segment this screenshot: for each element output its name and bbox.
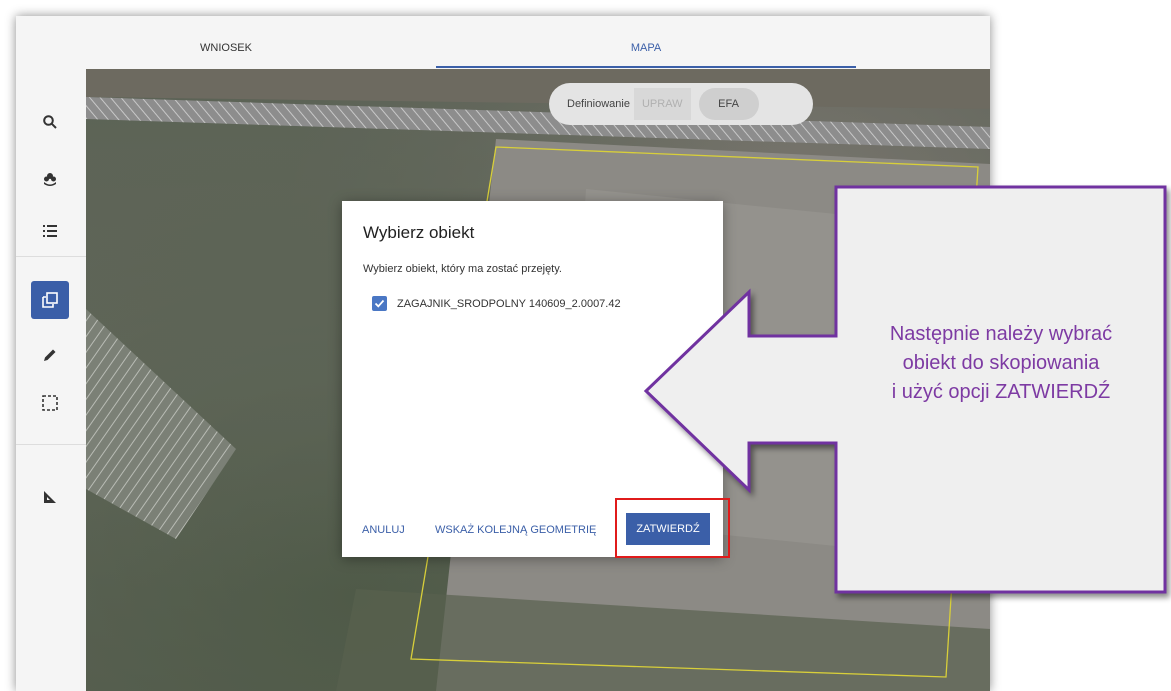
callout-line-1: Następnie należy wybrać (889, 323, 1113, 345)
active-tab-indicator (436, 66, 856, 68)
measure-button[interactable] (31, 478, 69, 516)
search-icon (43, 115, 57, 129)
crop-plant-icon (44, 173, 56, 186)
callout-line-3: i użyć opcji ZATWIERDŹ (891, 381, 1111, 403)
dialog-title: Wybierz obiekt (363, 223, 475, 242)
search-button[interactable] (31, 103, 69, 141)
callout-text: Następnie należy wybrać obiekt do skopio… (836, 320, 1166, 407)
sidebar-divider (16, 256, 86, 257)
toggle-label: Definiowanie (567, 98, 630, 110)
definition-mode-toggle: Definiowanie UPRAW EFA (549, 83, 813, 125)
confirm-highlight-box (615, 498, 730, 558)
copy-geometry-icon (42, 292, 58, 308)
toggle-option-efa[interactable]: EFA (698, 88, 759, 120)
tool-sidebar (16, 69, 86, 691)
draw-button[interactable] (31, 336, 69, 374)
layers-list-button[interactable] (31, 212, 69, 250)
dialog-description: Wybierz obiekt, który ma zostać przejęty… (363, 263, 562, 275)
object-option-label: ZAGAJNIK_SRODPOLNY 140609_2.0007.42 (397, 297, 621, 310)
callout-line-2: obiekt do skopiowania (902, 352, 1100, 374)
checkmark-icon (374, 299, 385, 308)
toggle-option-upraw[interactable]: UPRAW (633, 88, 691, 120)
select-area-icon (42, 395, 58, 411)
sidebar-divider (16, 444, 86, 445)
copy-geometry-button[interactable] (31, 281, 69, 319)
pencil-icon (44, 349, 56, 361)
tab-wniosek[interactable]: WNIOSEK (16, 16, 436, 69)
select-area-button[interactable] (31, 384, 69, 422)
object-option[interactable]: ZAGAJNIK_SRODPOLNY 140609_2.0007.42 (372, 296, 621, 311)
next-geometry-button[interactable]: WSKAŻ KOLEJNĄ GEOMETRIĘ (435, 524, 596, 536)
list-icon (43, 225, 57, 237)
object-checkbox[interactable] (372, 296, 387, 311)
measure-icon (44, 491, 56, 503)
tab-bar: WNIOSEK MAPA (16, 16, 990, 69)
crop-plant-button[interactable] (31, 160, 69, 198)
tab-mapa[interactable]: MAPA (436, 16, 856, 69)
cancel-button[interactable]: ANULUJ (362, 524, 405, 536)
